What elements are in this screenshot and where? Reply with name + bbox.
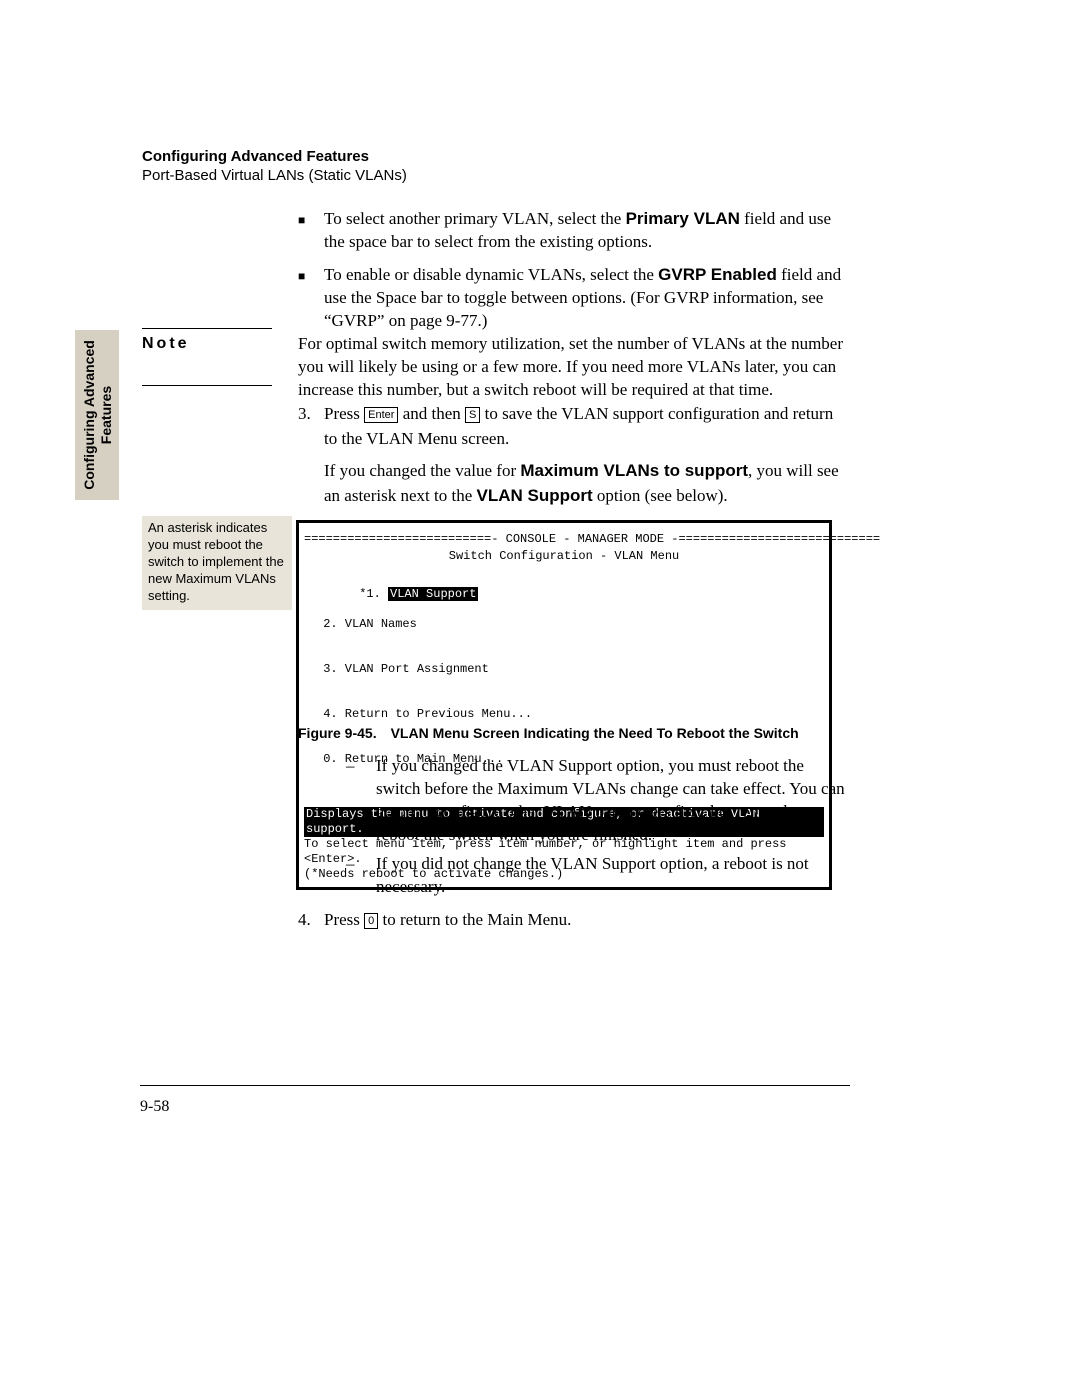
- bullet-icon: ■: [298, 208, 324, 254]
- step-bold: VLAN Support: [477, 486, 593, 505]
- step-3: 3. Press Enter and then S to save the VL…: [298, 402, 850, 509]
- step-text: option (see below).: [593, 486, 728, 505]
- note-body: For optimal switch memory utilization, s…: [298, 333, 850, 402]
- page-number: 9-58: [140, 1098, 169, 1116]
- note-rule: [142, 385, 272, 386]
- step-text: If you changed the value for: [324, 461, 520, 480]
- sub-text: If you changed the VLAN Support option, …: [376, 755, 850, 847]
- menu-item: 2. VLAN Names: [316, 617, 824, 632]
- header-title: Configuring Advanced Features: [142, 148, 407, 165]
- step-text: Press: [324, 404, 364, 423]
- step-4: 4. Press 0 to return to the Main Menu.: [298, 909, 850, 932]
- sub-bullet: – If you did not change the VLAN Support…: [346, 853, 850, 899]
- dash-icon: –: [346, 755, 376, 847]
- step-number: 3.: [298, 402, 324, 451]
- kbd-enter: Enter: [364, 407, 398, 423]
- step-text: Press: [324, 910, 364, 929]
- menu-num: 1.: [366, 587, 380, 601]
- sub-text: If you did not change the VLAN Support o…: [376, 853, 850, 899]
- menu-item: 3. VLAN Port Assignment: [316, 662, 824, 677]
- console-title: Switch Configuration - VLAN Menu: [304, 549, 824, 564]
- console-bar: ==========================- CONSOLE - MA…: [304, 532, 824, 547]
- bullet-bold: GVRP Enabled: [658, 265, 777, 284]
- step-bold: Maximum VLANs to support: [520, 461, 748, 480]
- side-tab-line2: Features: [98, 386, 114, 444]
- kbd-zero: 0: [364, 913, 378, 929]
- step-number: 4.: [298, 909, 324, 932]
- bullet-icon: ■: [298, 264, 324, 333]
- side-tab: Configuring Advanced Features: [75, 330, 119, 500]
- header-subtitle: Port-Based Virtual LANs (Static VLANs): [142, 167, 407, 184]
- step-text: to return to the Main Menu.: [378, 910, 571, 929]
- intro-bullets: ■ To select another primary VLAN, select…: [298, 208, 850, 343]
- kbd-s: S: [465, 407, 480, 423]
- page-header: Configuring Advanced Features Port-Based…: [142, 148, 407, 184]
- menu-item-selected: VLAN Support: [388, 587, 478, 601]
- note-rule: [142, 328, 272, 329]
- side-tab-line1: Configuring Advanced: [81, 340, 97, 490]
- sub-bullet: – If you changed the VLAN Support option…: [346, 755, 850, 847]
- bullet-item: ■ To enable or disable dynamic VLANs, se…: [298, 264, 850, 333]
- callout-note: An asterisk indicates you must reboot th…: [142, 516, 292, 610]
- bullet-item: ■ To select another primary VLAN, select…: [298, 208, 850, 254]
- after-figure-text: – If you changed the VLAN Support option…: [298, 755, 850, 932]
- bullet-text: To select another primary VLAN, select t…: [324, 209, 626, 228]
- note-label: Note: [142, 335, 272, 353]
- step-text: and then: [398, 404, 465, 423]
- bullet-text: To enable or disable dynamic VLANs, sele…: [324, 265, 658, 284]
- bullet-bold: Primary VLAN: [626, 209, 740, 228]
- dash-icon: –: [346, 853, 376, 899]
- menu-item: 4. Return to Previous Menu...: [316, 707, 824, 722]
- footer-rule: [140, 1085, 850, 1086]
- figure-caption: Figure 9-45. VLAN Menu Screen Indicating…: [298, 725, 799, 741]
